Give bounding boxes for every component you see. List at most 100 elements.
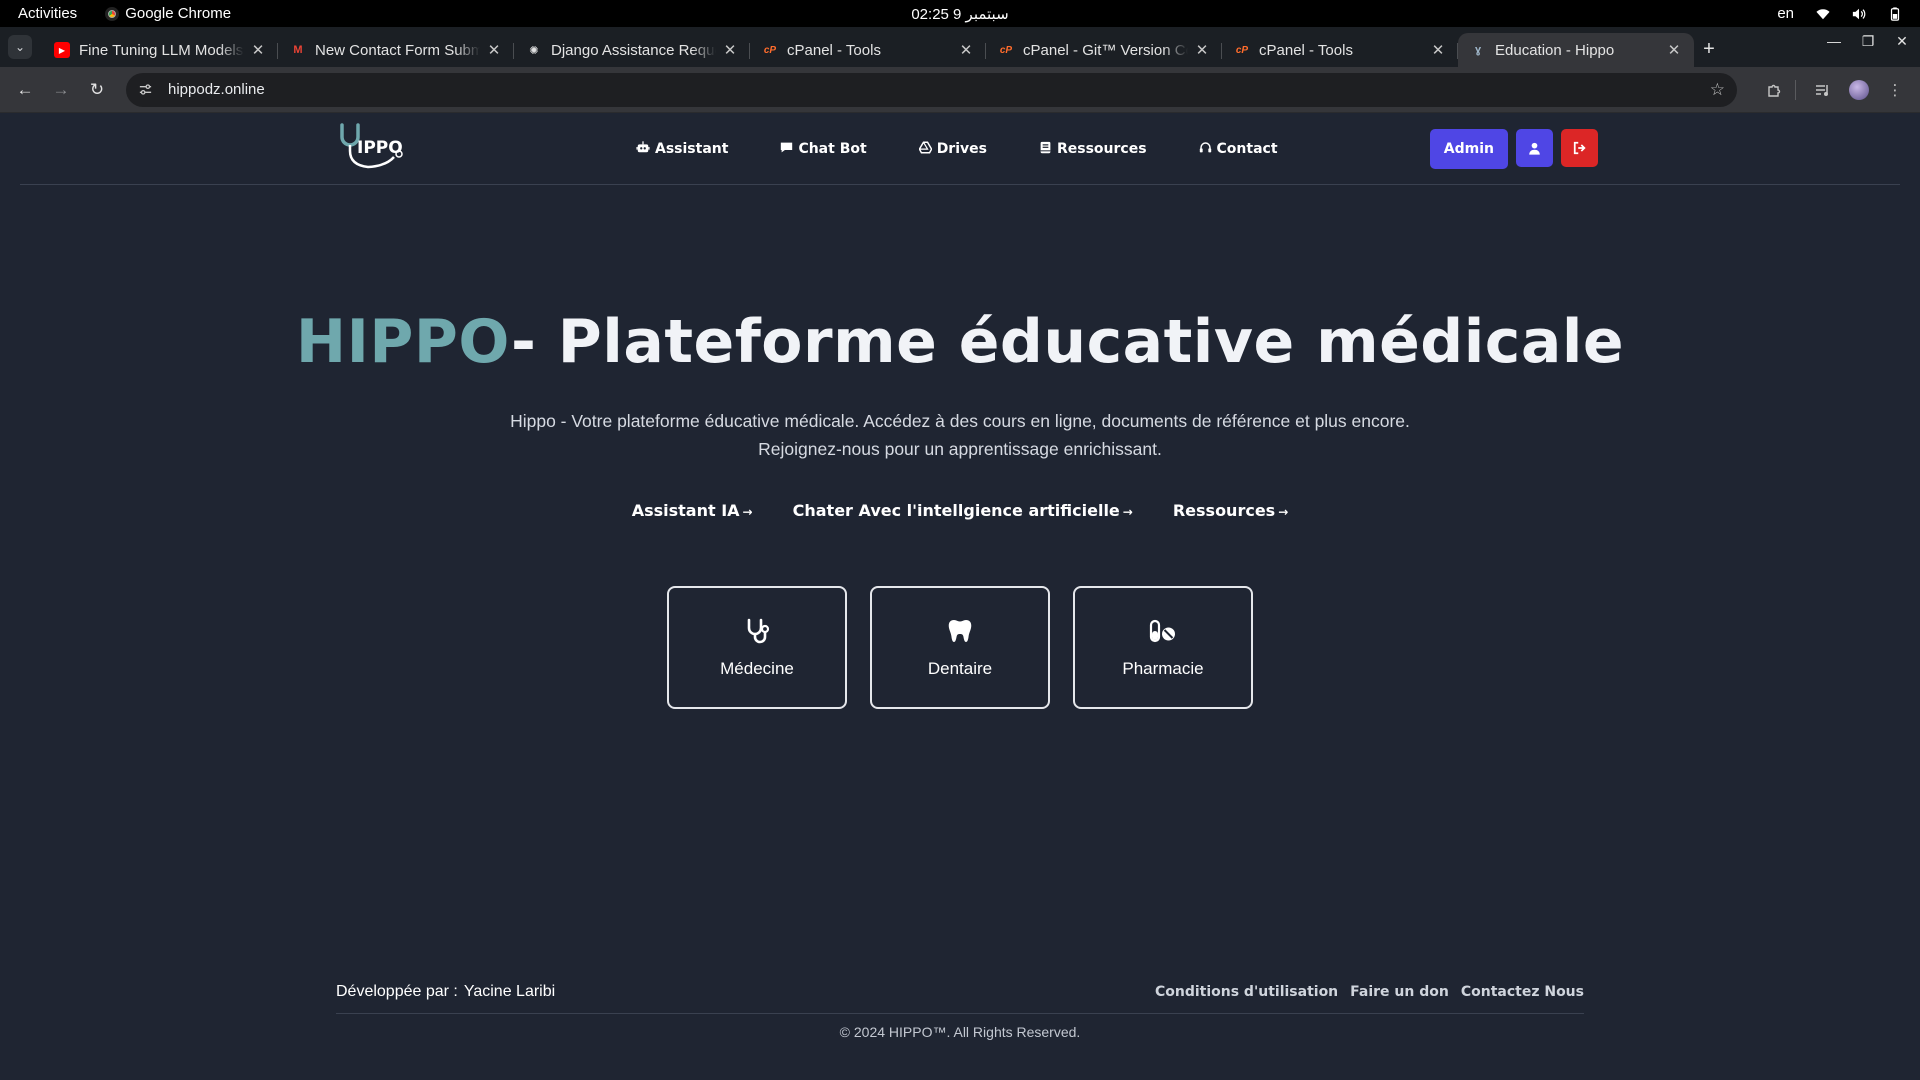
hero-link[interactable]: Ressources → (1173, 501, 1288, 520)
window-controls: — ❐ ✕ (1824, 33, 1912, 50)
chat-icon (780, 141, 793, 158)
hero-links: Assistant IA → Chater Avec l'intellgience … (0, 501, 1920, 520)
hippo-icon: ɣ (1474, 44, 1482, 56)
card-medecine[interactable]: Médecine (667, 586, 847, 709)
cpanel-icon: cP (763, 44, 777, 56)
browser-tab[interactable]: cP cPanel - Tools ✕ (1222, 33, 1458, 67)
profile-button[interactable] (1516, 129, 1553, 167)
stethoscope-icon (747, 618, 770, 643)
language-indicator[interactable]: en (1777, 5, 1794, 22)
bookmark-star-icon[interactable]: ☆ (1710, 80, 1725, 100)
card-dentaire[interactable]: Dentaire (870, 586, 1050, 709)
cpanel-icon: cP (1235, 44, 1249, 56)
tab-close-icon[interactable]: ✕ (958, 41, 974, 59)
site-navbar: IPPO Assistant Chat Bot Drives Ressources Co… (20, 113, 1900, 185)
developer-prefix: Développée par : (336, 983, 458, 1000)
tab-title: Fine Tuning LLM Models (79, 41, 244, 59)
tab-strip: ⌄ ▶ Fine Tuning LLM Models ✕ M New Contact F… (0, 27, 1920, 67)
nav-link-chat-bot[interactable]: Chat Bot (780, 141, 867, 158)
forward-button[interactable]: → (46, 75, 76, 105)
hero-link[interactable]: Chater Avec l'intellgience artificielle → (793, 501, 1133, 520)
developer-credit: Développée par : Yacine Laribi (336, 983, 555, 1001)
address-bar[interactable]: hippodz.online ☆ (126, 72, 1737, 107)
discipline-cards: Médecine Dentaire Pharmacie (0, 586, 1920, 709)
browser-tab[interactable]: ▶ Fine Tuning LLM Models ✕ (42, 33, 278, 67)
tab-title: Django Assistance Request (551, 41, 716, 59)
site-footer: Développée par : Yacine Laribi Conditions… (336, 983, 1584, 1040)
card-label: Pharmacie (1122, 658, 1204, 678)
copyright: © 2024 HIPPO™. All Rights Reserved. (839, 1024, 1081, 1040)
back-button[interactable]: ← (10, 75, 40, 105)
tab-title: Education - Hippo (1495, 41, 1615, 59)
browser-tab[interactable]: ɣ Education - Hippo ✕ (1458, 33, 1694, 67)
nav-link-ressources[interactable]: Ressources (1039, 141, 1147, 158)
browser-tab[interactable]: cP cPanel - Git™ Version Control ✕ (986, 33, 1222, 67)
browser-tab[interactable]: ✺ Django Assistance Request ✕ (514, 33, 750, 67)
nav-actions: Admin (1429, 129, 1598, 169)
nav-link-label: Contact (1216, 141, 1278, 157)
tab-close-icon[interactable]: ✕ (1194, 41, 1210, 59)
cpanel-icon: cP (999, 44, 1013, 56)
footer-link-donate[interactable]: Faire un don (1350, 984, 1449, 1000)
hero-desc-line-1: Hippo - Votre plateforme éducative médic… (510, 411, 1410, 431)
arrow-right-icon: → (1278, 505, 1289, 519)
system-top-bar: Activities Google Chrome 02:25 9 سبتمبر … (0, 0, 1920, 27)
google-drive-icon (918, 140, 933, 158)
hippo-logo[interactable]: IPPO (330, 123, 410, 173)
hero-section: HIPPO- Plateforme éducative médicale Hip… (0, 185, 1920, 709)
tab-title: cPanel - Git™ Version Control (1023, 41, 1188, 59)
nav-link-assistant[interactable]: Assistant (636, 140, 728, 158)
admin-button[interactable]: Admin (1429, 129, 1508, 169)
card-pharmacie[interactable]: Pharmacie (1073, 586, 1253, 709)
hero-link[interactable]: Assistant IA → (632, 501, 753, 520)
footer-link-contact[interactable]: Contactez Nous (1461, 984, 1584, 1000)
card-label: Dentaire (927, 658, 993, 678)
gmail-icon: M (293, 44, 303, 56)
logout-button[interactable] (1561, 129, 1598, 167)
hero-link-label: Assistant IA (631, 501, 740, 520)
footer-link-terms[interactable]: Conditions d'utilisation (1155, 984, 1338, 1000)
app-name: Google Chrome (125, 5, 232, 22)
volume-icon[interactable] (1852, 7, 1866, 21)
nav-link-drives[interactable]: Drives (918, 140, 987, 158)
tab-close-icon[interactable]: ✕ (486, 41, 502, 59)
hero-link-label: Chater Avec l'intellgience artificielle (792, 501, 1120, 520)
tab-title: New Contact Form Submission (315, 41, 480, 59)
web-page: IPPO Assistant Chat Bot Drives Ressources Co… (0, 113, 1920, 1080)
new-tab-button[interactable]: + (1694, 34, 1724, 64)
extensions-icon[interactable] (1759, 75, 1789, 105)
arrow-right-icon: → (742, 505, 753, 519)
hero-title: HIPPO- Plateforme éducative médicale (0, 307, 1920, 377)
tab-close-icon[interactable]: ✕ (722, 41, 738, 59)
hero-description: Hippo - Votre plateforme éducative médic… (0, 407, 1920, 463)
url-text[interactable]: hippodz.online (168, 81, 1710, 98)
reload-button[interactable]: ↻ (82, 75, 112, 105)
tab-close-icon[interactable]: ✕ (1666, 41, 1682, 59)
nav-link-label: Assistant (655, 141, 729, 157)
close-window-icon[interactable]: ✕ (1892, 33, 1912, 50)
activities-button[interactable]: Activities (18, 5, 77, 22)
clock[interactable]: 02:25 9 سبتمبر (911, 5, 1008, 23)
profile-avatar[interactable] (1844, 75, 1874, 105)
hero-title-rest: - Plateforme éducative médicale (511, 307, 1625, 377)
browser-tab[interactable]: cP cPanel - Tools ✕ (750, 33, 986, 67)
site-info-icon[interactable] (138, 82, 154, 98)
chrome-menu-icon[interactable]: ⋮ (1880, 75, 1910, 105)
tab-close-icon[interactable]: ✕ (1430, 41, 1446, 59)
battery-icon[interactable] (1888, 6, 1902, 21)
tab-close-icon[interactable]: ✕ (250, 41, 266, 59)
browser-tab[interactable]: M New Contact Form Submission ✕ (278, 33, 514, 67)
tab-search-button[interactable]: ⌄ (8, 35, 32, 59)
youtube-icon: ▶ (54, 42, 70, 58)
restore-icon[interactable]: ❐ (1858, 33, 1878, 50)
user-icon (1529, 142, 1540, 155)
toolbar-separator (1795, 79, 1796, 100)
minimize-icon[interactable]: — (1824, 33, 1844, 50)
card-label: Médecine (720, 658, 794, 678)
sign-out-icon (1573, 141, 1586, 155)
media-control-icon[interactable] (1808, 75, 1838, 105)
nav-link-contact[interactable]: Contact (1199, 141, 1278, 158)
wifi-icon[interactable] (1816, 7, 1830, 21)
hero-desc-line-2: Rejoignez-nous pour un apprentissage enr… (758, 439, 1162, 459)
app-menu[interactable]: Google Chrome (105, 5, 231, 22)
